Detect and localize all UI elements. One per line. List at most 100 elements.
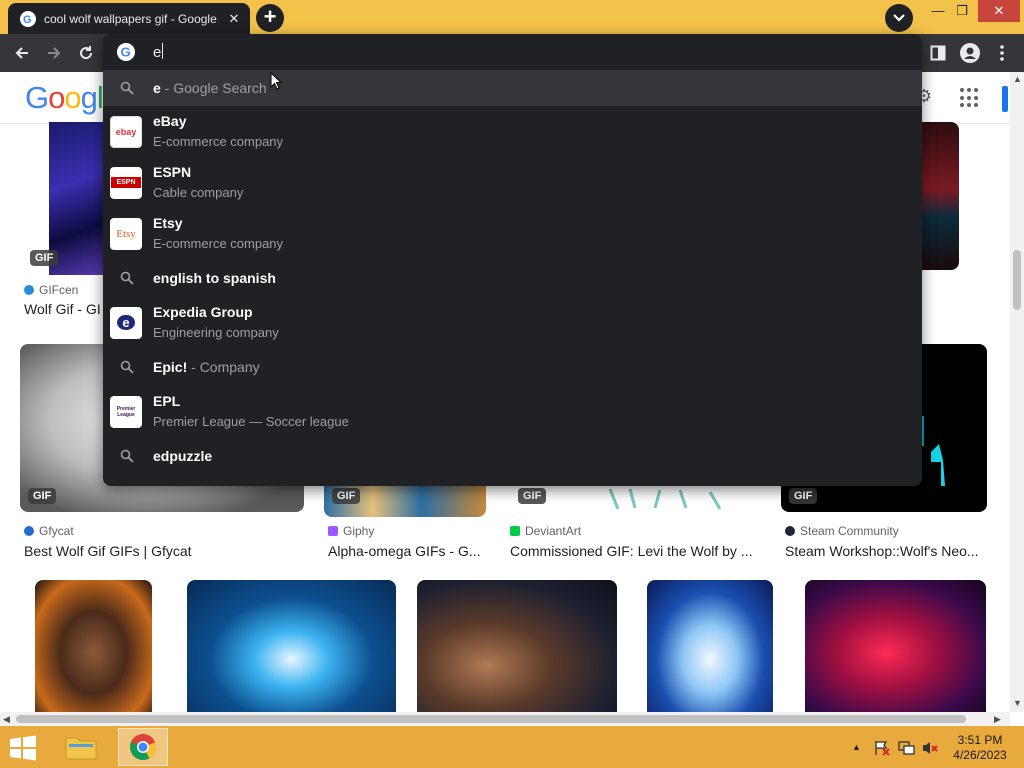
suggestion-detail: Google Search xyxy=(173,79,267,96)
result-image-lightning-wolf[interactable] xyxy=(187,580,396,712)
clock-date: 4/26/2023 xyxy=(953,748,1007,762)
result-image-wolf-right[interactable] xyxy=(920,122,959,270)
title-bar: G cool wolf wallpapers gif - Google ✕ + … xyxy=(0,0,1024,34)
system-clock[interactable]: 3:51 PM 4/26/2023 xyxy=(950,733,1010,763)
result-image-fire-wolf[interactable] xyxy=(35,580,152,712)
vertical-scrollbar[interactable]: ▲ ▼ xyxy=(1010,72,1024,712)
close-window-button[interactable]: ✕ xyxy=(978,0,1020,22)
ebay-logo-icon: ebay xyxy=(110,115,142,148)
result-source[interactable]: Steam Community xyxy=(785,524,899,538)
google-logo-letter: o xyxy=(48,80,65,115)
result-source[interactable]: Gfycat xyxy=(24,524,74,538)
scroll-down-arrow-icon[interactable]: ▼ xyxy=(1013,698,1022,708)
result-title[interactable]: Wolf Gif - GI xyxy=(24,301,102,317)
tray-expand-icon[interactable]: ▲ xyxy=(852,742,861,752)
result-title[interactable]: Best Wolf Gif GIFs | Gfycat xyxy=(24,543,304,559)
tab-title: cool wolf wallpapers gif - Google xyxy=(44,11,217,26)
scroll-up-arrow-icon[interactable]: ▲ xyxy=(1013,74,1022,84)
arrow-right-icon xyxy=(48,47,61,59)
google-apps-icon[interactable] xyxy=(960,88,980,108)
horizontal-scroll-thumb[interactable] xyxy=(16,715,966,723)
chrome-menu-button[interactable] xyxy=(988,39,1016,67)
omnibox-suggestion[interactable]: Etsy Etsy E-commerce company xyxy=(103,208,922,259)
result-image-deviantart[interactable]: GIF xyxy=(510,484,761,517)
suggestion-title: Expedia Group xyxy=(153,304,253,320)
suggestion-subtitle: E-commerce company xyxy=(153,236,284,251)
suggestion-text: english to spanish xyxy=(153,270,276,286)
svg-text:G: G xyxy=(121,45,131,59)
network-icon[interactable] xyxy=(898,740,916,759)
reload-button[interactable] xyxy=(72,39,100,67)
side-panel-button[interactable] xyxy=(924,39,952,67)
result-image-neon-red-wolf[interactable] xyxy=(805,580,986,712)
side-panel-icon xyxy=(930,45,946,61)
gif-badge: GIF xyxy=(332,488,361,504)
reload-icon xyxy=(80,46,93,60)
profile-button[interactable] xyxy=(956,39,984,67)
google-g-icon: G xyxy=(117,43,135,61)
result-source[interactable]: GIFcen xyxy=(24,283,78,297)
mouse-cursor-icon xyxy=(270,72,282,90)
suggestion-title: ESPN xyxy=(153,164,191,180)
logo-text: ESPN xyxy=(111,177,141,188)
omnibox-suggestion[interactable]: ESPN ESPN Cable company xyxy=(103,157,922,208)
etsy-logo-icon: Etsy xyxy=(110,217,142,250)
result-source[interactable]: DeviantArt xyxy=(510,524,581,538)
result-title[interactable]: Alpha-omega GIFs - G... xyxy=(328,543,486,559)
suggestion-subtitle: Premier League — Soccer league xyxy=(153,414,349,429)
result-image-giphy[interactable]: GIF xyxy=(324,484,486,517)
tab-search-button[interactable] xyxy=(885,4,913,32)
result-source[interactable]: Giphy xyxy=(328,524,374,538)
omnibox-suggestion[interactable]: e - Google Search xyxy=(103,70,922,106)
forward-button[interactable] xyxy=(40,39,68,67)
omnibox-suggestion[interactable]: Premier League EPL Premier League — Soccer… xyxy=(103,386,922,437)
result-image-ice-wolf[interactable] xyxy=(647,580,773,712)
logo-text: Etsy xyxy=(116,227,136,240)
suggestion-match: E xyxy=(153,358,163,375)
suggestion-separator: - xyxy=(160,79,174,96)
result-title[interactable]: Commissioned GIF: Levi the Wolf by ... xyxy=(510,543,765,559)
tab-close-icon[interactable]: ✕ xyxy=(226,11,242,27)
scroll-right-arrow-icon[interactable]: ▶ xyxy=(994,714,1001,725)
chrome-logo-icon xyxy=(130,734,157,760)
new-tab-button[interactable]: + xyxy=(256,4,284,32)
volume-muted-icon[interactable] xyxy=(922,740,938,759)
omnibox-suggestion[interactable]: edpuzzle xyxy=(103,437,922,475)
epl-logo-icon: Premier League xyxy=(110,395,142,428)
suggestion-title: eBay xyxy=(153,113,186,129)
horizontal-scrollbar[interactable]: ◀ ▶ xyxy=(0,712,1010,726)
sign-in-button-edge[interactable] xyxy=(1002,86,1008,112)
suggestion-separator: - xyxy=(187,358,200,375)
suggestion-title: EPL xyxy=(153,393,180,409)
search-icon xyxy=(120,449,134,463)
back-button[interactable] xyxy=(8,39,36,67)
suggestion-subtitle: Cable company xyxy=(153,185,244,200)
suggestion-text: Epic! - Company xyxy=(153,359,260,375)
logo-text: Premier League xyxy=(116,405,136,418)
action-center-flag-icon[interactable] xyxy=(874,740,890,759)
suggestion-match: E xyxy=(153,304,163,320)
google-logo-letter: o xyxy=(64,80,81,115)
vertical-scroll-thumb[interactable] xyxy=(1013,250,1021,310)
browser-tab-active[interactable]: G cool wolf wallpapers gif - Google ✕ xyxy=(8,3,250,34)
taskbar-chrome[interactable] xyxy=(118,728,168,766)
suggestion-match: e xyxy=(153,269,161,286)
address-bar[interactable]: G e xyxy=(103,34,922,70)
giphy-favicon-icon xyxy=(328,526,338,536)
start-button[interactable] xyxy=(8,734,38,762)
search-icon xyxy=(120,271,134,285)
address-bar-text[interactable]: e xyxy=(153,43,164,61)
scroll-left-arrow-icon[interactable]: ◀ xyxy=(3,714,10,725)
omnibox-suggestion[interactable]: Epic! - Company xyxy=(103,348,922,386)
folder-icon xyxy=(65,737,97,760)
omnibox-suggestion[interactable]: e Expedia Group Engineering company xyxy=(103,297,922,348)
suggestion-text: e - Google Search xyxy=(153,80,267,96)
omnibox-suggestion[interactable]: english to spanish xyxy=(103,259,922,297)
suggestion-completion: xpedia Group xyxy=(162,304,253,320)
maximize-button[interactable]: ❐ xyxy=(944,0,980,22)
result-title[interactable]: Steam Workshop::Wolf's Neo... xyxy=(785,543,990,559)
result-image-dreamcatcher-wolves[interactable] xyxy=(417,580,617,712)
taskbar-file-explorer[interactable] xyxy=(56,728,106,766)
omnibox-suggestion[interactable]: ebay eBay E-commerce company xyxy=(103,106,922,157)
expedia-logo-icon: e xyxy=(110,306,142,339)
